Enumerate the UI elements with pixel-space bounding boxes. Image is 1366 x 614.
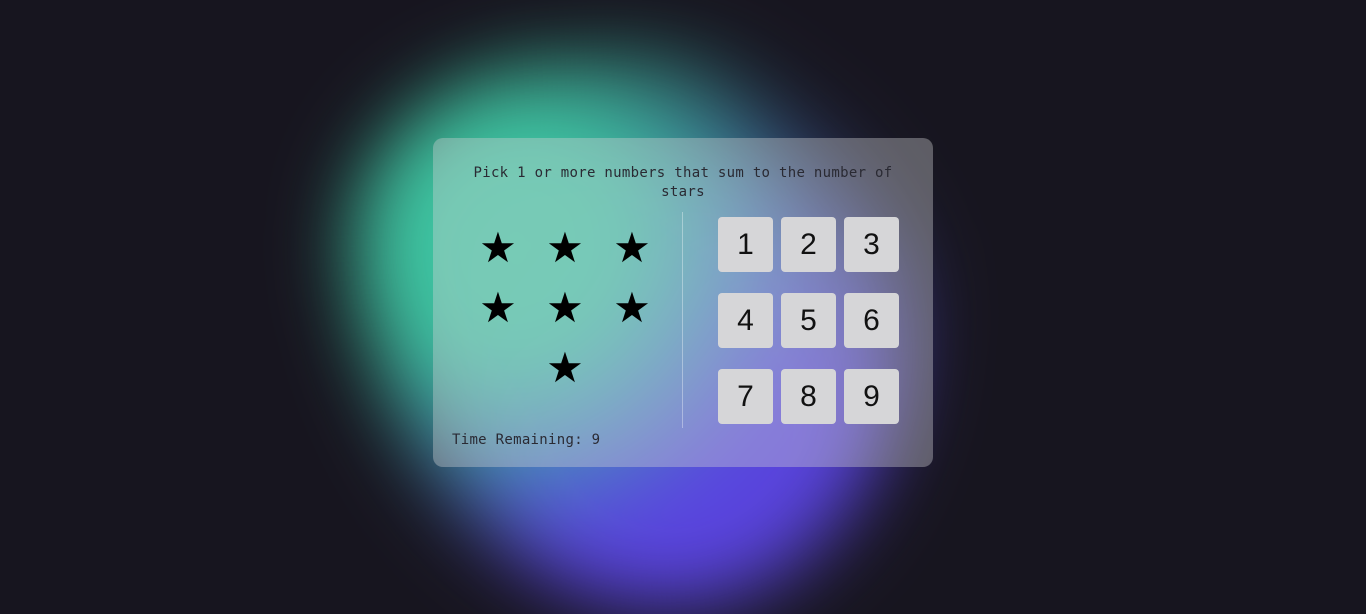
- number-button-4[interactable]: 4: [718, 293, 773, 348]
- number-button-2[interactable]: 2: [781, 217, 836, 272]
- help-text: Pick 1 or more numbers that sum to the n…: [473, 165, 893, 200]
- star-icon: ★: [479, 223, 517, 272]
- star-icon: ★: [546, 283, 584, 332]
- stars-area: ★ ★ ★ ★ ★ ★ ★: [464, 218, 666, 398]
- number-button-3[interactable]: 3: [844, 217, 899, 272]
- star-icon: ★: [479, 283, 517, 332]
- number-pad: 1 2 3 4 5 6 7 8 9: [718, 217, 908, 424]
- number-button-8[interactable]: 8: [781, 369, 836, 424]
- number-button-9[interactable]: 9: [844, 369, 899, 424]
- star-icon: ★: [613, 223, 651, 272]
- number-button-6[interactable]: 6: [844, 293, 899, 348]
- star-icon: ★: [546, 343, 584, 392]
- number-button-5[interactable]: 5: [781, 293, 836, 348]
- star-icon: ★: [613, 283, 651, 332]
- time-remaining: Time Remaining: 9: [452, 432, 601, 448]
- number-button-7[interactable]: 7: [718, 369, 773, 424]
- game-card: Pick 1 or more numbers that sum to the n…: [433, 138, 933, 467]
- number-button-1[interactable]: 1: [718, 217, 773, 272]
- game-stage: Pick 1 or more numbers that sum to the n…: [0, 0, 1366, 614]
- divider: [682, 212, 683, 428]
- star-icon: ★: [546, 223, 584, 272]
